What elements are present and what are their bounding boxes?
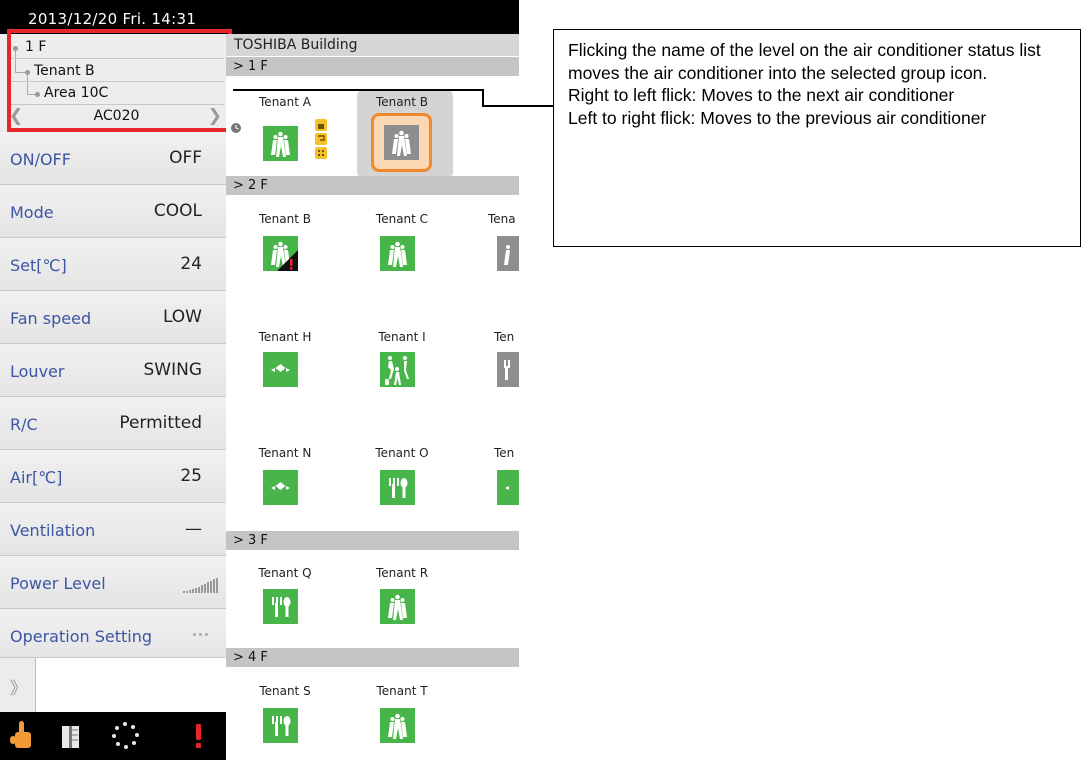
setting-value: SWING	[143, 360, 202, 380]
tenant-label: Tenant H	[258, 330, 312, 344]
tenant-label: Tenant A	[259, 95, 311, 109]
setting-label: Mode	[10, 203, 54, 222]
floor-header-1f[interactable]: > 1 F	[226, 57, 519, 76]
tenant-label: Tenant I	[378, 330, 426, 344]
group-people-icon[interactable]	[380, 708, 415, 743]
group-people-icon[interactable]	[263, 236, 298, 271]
dotted-circle-icon	[112, 722, 139, 749]
ventilation-diamond-icon[interactable]	[497, 470, 519, 505]
setting-value: —	[185, 519, 202, 539]
datetime-display: 2013/12/20 Fri. 14:31	[28, 10, 197, 28]
status-badges-icon	[315, 119, 327, 159]
setting-louver[interactable]: Louver SWING	[0, 344, 226, 397]
setting-fan-speed[interactable]: Fan speed LOW	[0, 291, 226, 344]
setting-power-level[interactable]: Power Level	[0, 556, 226, 609]
setting-value: Permitted	[119, 413, 202, 433]
setting-mode[interactable]: Mode COOL	[0, 185, 226, 238]
tenant-label: Tena	[488, 212, 516, 226]
floor-label: > 2 F	[233, 178, 268, 193]
building-name: TOSHIBA Building	[234, 37, 358, 53]
tenant-label: Tenant S	[259, 684, 311, 698]
setting-value: 24	[180, 254, 202, 274]
setting-value: 25	[180, 466, 202, 486]
status-list: TOSHIBA Building > 1 F Tenant A Tenant B	[226, 34, 519, 760]
group-people-icon[interactable]	[380, 236, 415, 271]
setting-set-temperature[interactable]: Set[℃] 24	[0, 238, 226, 291]
fork-spoon-icon[interactable]	[263, 589, 298, 624]
setting-label: Ventilation	[10, 521, 96, 540]
setting-value: COOL	[153, 201, 202, 221]
tenant-label: Ten	[494, 330, 515, 344]
alert-button[interactable]	[176, 712, 226, 760]
setting-operation[interactable]: Operation Setting	[0, 609, 226, 662]
group-people-icon[interactable]	[384, 125, 419, 160]
callout-leader-line	[482, 89, 484, 106]
setting-label: Power Level	[10, 574, 106, 593]
setting-air-temperature[interactable]: Air[℃] 25	[0, 450, 226, 503]
tenant-label: Tenant N	[258, 446, 312, 460]
ventilation-diamond-icon[interactable]	[263, 470, 298, 505]
setting-label: Air[℃]	[10, 468, 63, 487]
callout-text: Flicking the name of the level on the ai…	[568, 40, 1041, 128]
power-level-bars-icon	[183, 577, 218, 593]
clock-icon	[231, 123, 241, 133]
operation-button[interactable]	[0, 712, 50, 760]
hand-pointer-icon	[10, 721, 31, 748]
tenant-label: Tenant B	[259, 212, 311, 226]
walking-people-icon[interactable]	[380, 352, 415, 387]
floor-label: > 1 F	[233, 59, 268, 74]
tenant-label: Tenant C	[375, 212, 429, 226]
expander-strip[interactable]: 》	[0, 658, 36, 715]
tenant-label: Tenant R	[375, 566, 429, 580]
callout-leader-line	[482, 105, 554, 107]
tenant-label: Tenant T	[376, 684, 428, 698]
fork-spoon-icon[interactable]	[263, 708, 298, 743]
fork-spoon-icon[interactable]	[497, 352, 519, 387]
setting-label: Set[℃]	[10, 256, 67, 275]
tenant-label: Tenant Q	[258, 566, 312, 580]
tenant-label: Ten	[494, 446, 515, 460]
floor-header-4f[interactable]: > 4 F	[226, 648, 519, 667]
setting-ventilation[interactable]: Ventilation —	[0, 503, 226, 556]
tenant-label: Tenant B	[376, 95, 428, 109]
settings-list: ON/OFF OFF Mode COOL Set[℃] 24 Fan speed…	[0, 132, 226, 662]
callout-leader-line	[233, 89, 483, 91]
floor-header-2f[interactable]: > 2 F	[226, 176, 519, 195]
setting-label: Louver	[10, 362, 65, 381]
tenant-label: Tenant O	[375, 446, 429, 460]
more-icon	[193, 633, 208, 636]
schedule-button[interactable]	[50, 712, 100, 760]
floor-label: > 4 F	[233, 650, 268, 665]
floor-header-3f[interactable]: > 3 F	[226, 531, 519, 550]
annotation-callout: Flicking the name of the level on the ai…	[553, 29, 1081, 247]
group-people-icon[interactable]	[380, 589, 415, 624]
unit-control-panel: 1 F Tenant B Area 10C ❮ AC020 ❯ ON/OFF O…	[0, 34, 226, 760]
setting-label: Operation Setting	[10, 627, 152, 646]
setting-remote-control[interactable]: R/C Permitted	[0, 397, 226, 450]
floor-label: > 3 F	[233, 533, 268, 548]
setting-label: R/C	[10, 415, 38, 434]
fork-spoon-icon[interactable]	[380, 470, 415, 505]
alert-icon	[196, 724, 201, 748]
setting-value: LOW	[162, 307, 202, 327]
group-people-icon[interactable]	[497, 236, 519, 271]
setting-on-off[interactable]: ON/OFF OFF	[0, 132, 226, 185]
setting-label: ON/OFF	[10, 150, 71, 169]
energy-button[interactable]	[104, 712, 154, 760]
tree-highlight-frame	[7, 29, 232, 132]
ventilation-diamond-icon[interactable]	[263, 352, 298, 387]
double-chevron-right-icon[interactable]: 》	[10, 674, 27, 699]
setting-label: Fan speed	[10, 309, 92, 328]
panel-expander: 》	[0, 657, 226, 715]
group-people-icon[interactable]	[263, 126, 298, 161]
setting-value: OFF	[169, 148, 202, 168]
book-icon	[62, 726, 79, 748]
bottom-toolbar	[0, 712, 226, 760]
building-header: TOSHIBA Building	[226, 34, 519, 56]
